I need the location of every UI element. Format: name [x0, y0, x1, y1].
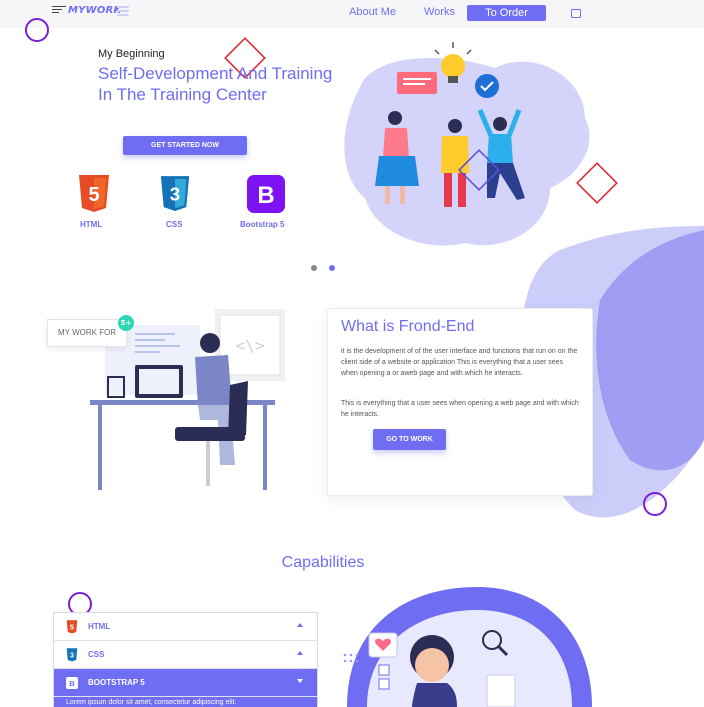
capabilities-title: Capabilities	[281, 554, 365, 571]
chevron-down-icon	[297, 679, 303, 683]
hero-illustration	[344, 42, 590, 246]
accordion-label-html: HTML	[88, 622, 111, 631]
card-paragraph-2: This is everything that a user sees when…	[341, 400, 579, 418]
html5-icon: 5	[77, 175, 111, 212]
chevron-up-icon	[297, 623, 303, 627]
css3-glyph: 3	[70, 652, 74, 659]
css3-icon: 3	[159, 175, 191, 211]
accordion-label-css: CSS	[88, 650, 105, 659]
get-started-button[interactable]: GET STARTED NOW	[123, 136, 247, 155]
code-glyph: <\>	[236, 336, 265, 355]
html5-glyph: 5	[70, 624, 74, 631]
css3-icon: 3	[66, 648, 78, 662]
tech-label-html: HTML	[80, 220, 103, 229]
accordion-label-bootstrap: BOOTSTRAP 5	[88, 678, 145, 687]
capabilities-accordion: 5 HTML 3 CSS B BOOTSTRAP 5 Lorem ipsum d…	[53, 612, 318, 707]
html5-glyph: 5	[88, 184, 99, 206]
go-to-work-button[interactable]: GO TO WORK	[373, 429, 446, 450]
decor-circle	[25, 18, 49, 42]
capabilities-illustration	[343, 587, 592, 707]
lightbulb-icon	[441, 54, 465, 78]
tech-label-bootstrap: Bootstrap 5	[240, 220, 285, 229]
chevron-up-icon	[297, 651, 303, 655]
accordion-body: Lorem ipsum dolor sit amet, consectetur …	[54, 697, 317, 707]
my-work-box: MY WORK FOR	[47, 319, 127, 347]
card-paragraph-1: it is the development of of the user int…	[341, 348, 578, 377]
html5-icon: 5	[66, 620, 78, 634]
accordion-item-html[interactable]: 5 HTML	[54, 613, 317, 641]
bootstrap-glyph: B	[257, 182, 274, 209]
bootstrap-icon: B	[247, 175, 285, 213]
hero-kicker: My Beginning	[98, 48, 165, 60]
hero-title: Self-Development And Training In The Tra…	[98, 64, 333, 104]
check-icon	[475, 74, 499, 98]
accordion-item-bootstrap[interactable]: B BOOTSTRAP 5	[54, 669, 317, 697]
bootstrap-glyph: B	[69, 679, 75, 688]
carousel-dot-1[interactable]	[311, 265, 317, 271]
card-title: What is Frond-End	[341, 318, 475, 335]
frontend-card: What is Frond-End it is the development …	[327, 308, 593, 496]
accordion-item-css[interactable]: 3 CSS	[54, 641, 317, 669]
experience-badge: 5+	[118, 315, 134, 331]
tech-label-css: CSS	[166, 220, 183, 229]
css3-glyph: 3	[170, 184, 180, 205]
carousel-dot-2[interactable]	[329, 265, 335, 271]
bootstrap-icon: B	[66, 677, 78, 689]
